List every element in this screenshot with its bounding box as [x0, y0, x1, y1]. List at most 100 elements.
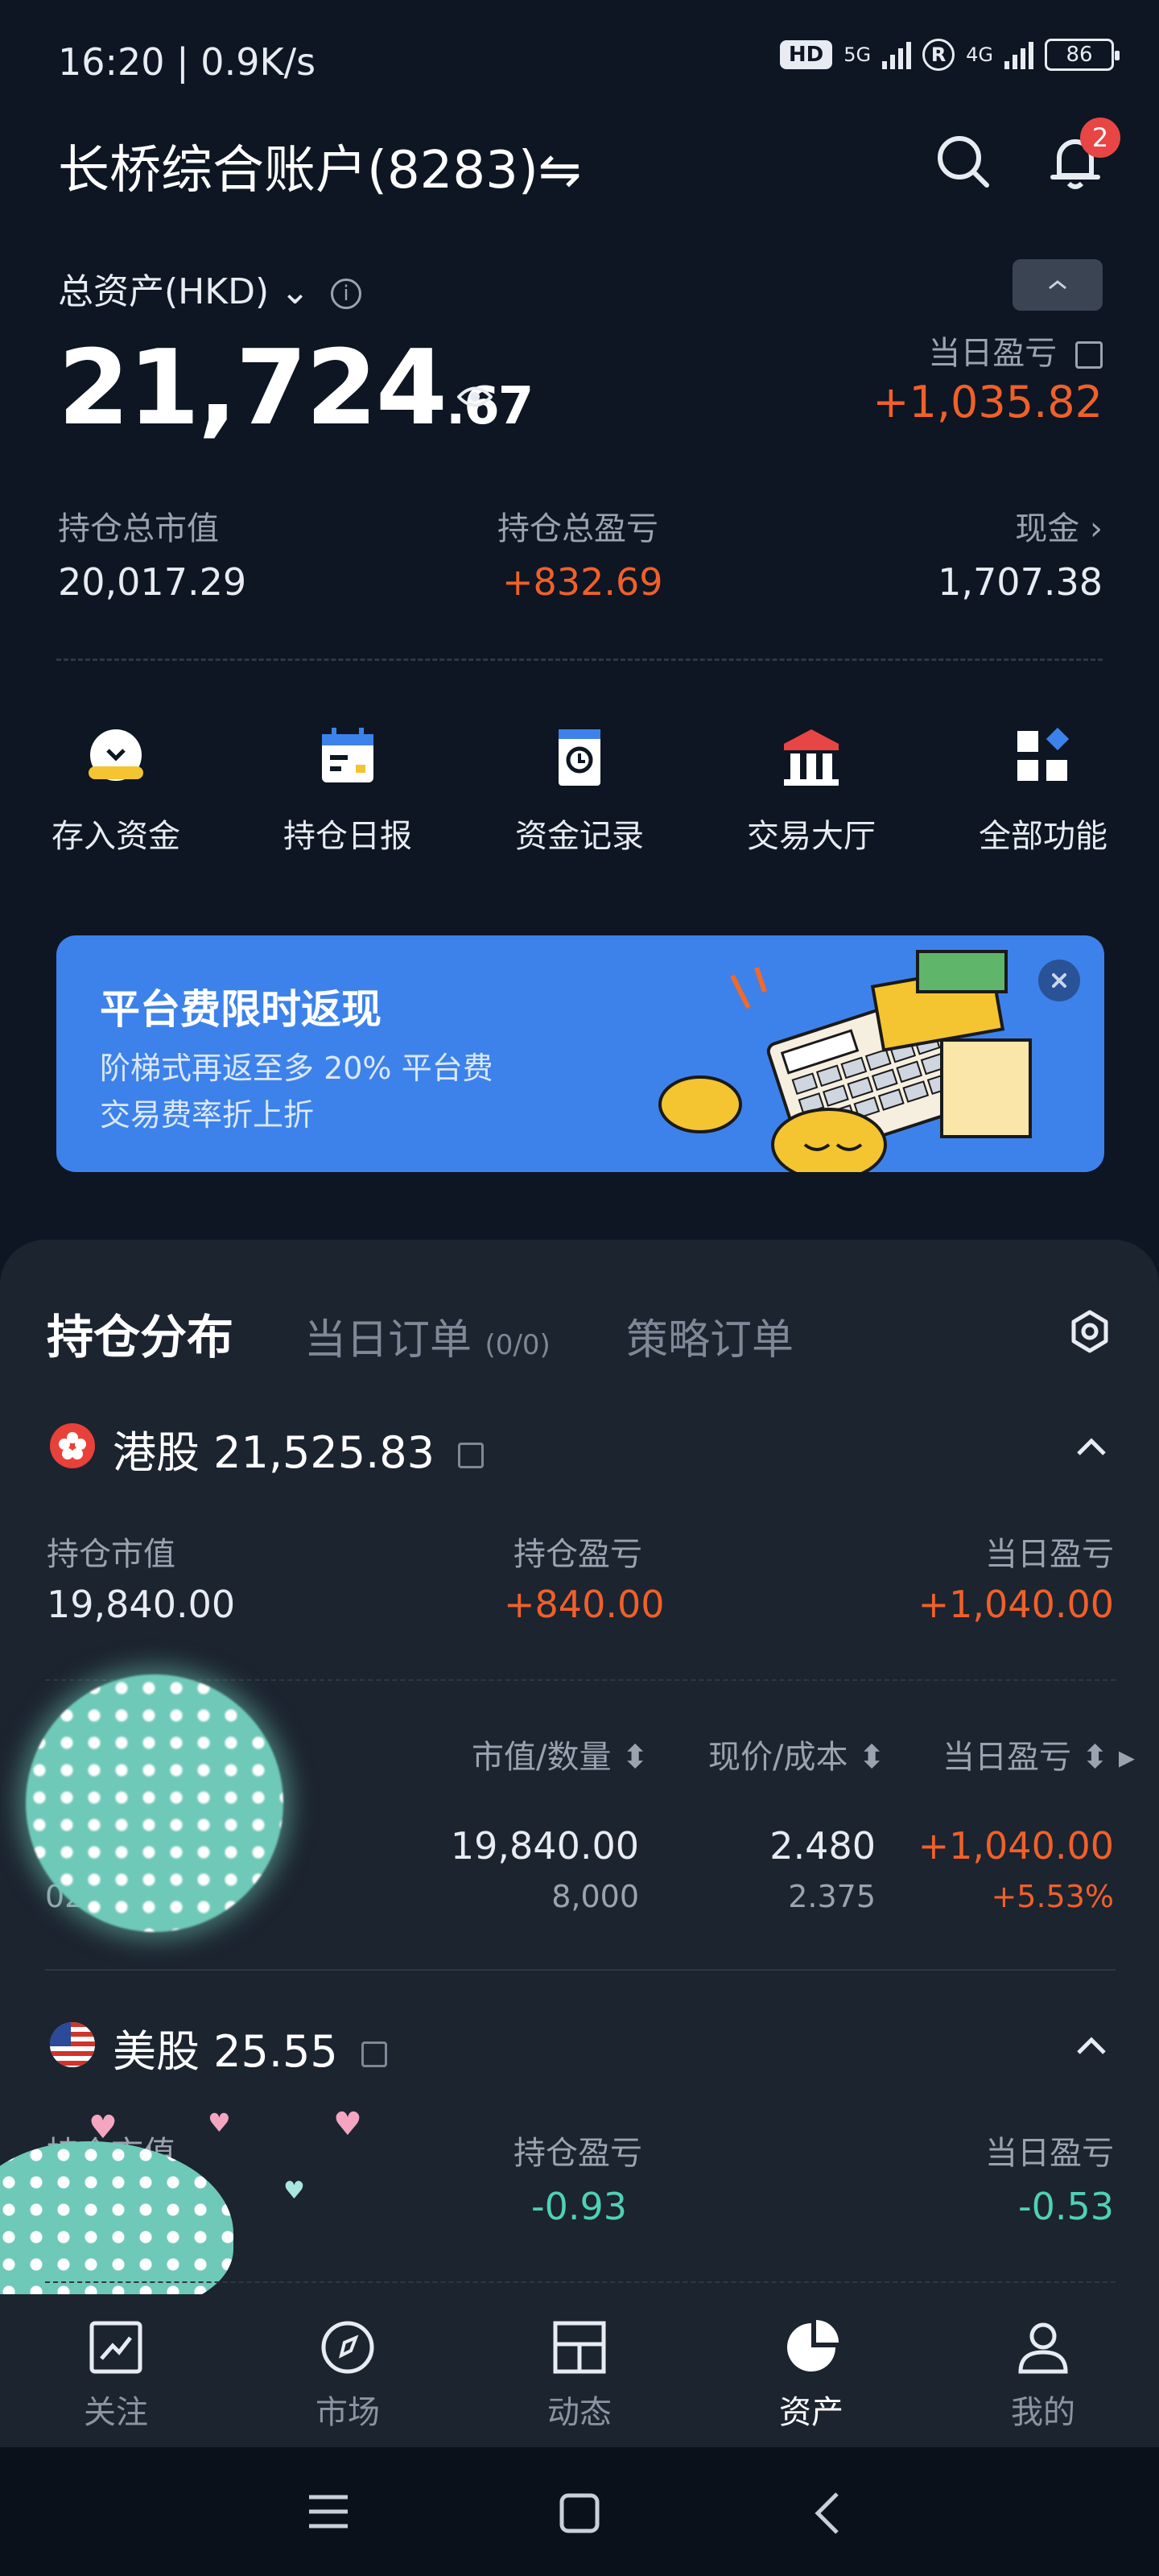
collapse-button[interactable] — [1013, 259, 1103, 311]
external-link-icon[interactable] — [1075, 341, 1103, 369]
chart-trend-icon — [89, 2321, 142, 2374]
hk-col-value-day-pnl: +1,040.00 — [918, 1583, 1114, 1626]
us-col-value-pnl: -0.93 — [531, 2185, 628, 2228]
signal-icon — [882, 40, 912, 69]
nav-label: 动态 — [547, 2394, 612, 2431]
hk-flag-icon — [50, 1423, 95, 1468]
pie-chart-icon — [787, 2320, 839, 2372]
signal-icon-2 — [1004, 40, 1033, 69]
chevron-up-icon[interactable] — [1069, 2024, 1114, 2069]
account-title[interactable]: 长桥综合账户(8283)⇋ — [58, 129, 581, 203]
shortcut-deposit[interactable]: 存入资金 — [19, 724, 212, 857]
settings-icon[interactable] — [1067, 1309, 1112, 1354]
nav-market[interactable]: 市场 — [251, 2318, 444, 2433]
us-col-label-day-pnl: 当日盈亏 — [985, 2135, 1114, 2172]
divider — [56, 658, 1103, 661]
row-day-pnl: +1,040.00 — [918, 1824, 1114, 1868]
4g-label: 4G — [966, 43, 993, 66]
compass-icon — [321, 2321, 374, 2374]
nav-assets[interactable]: 资产 — [715, 2318, 908, 2433]
nav-label: 资产 — [779, 2394, 843, 2431]
heart-icon: ♥ — [283, 2177, 305, 2205]
us-flag-icon — [50, 2022, 95, 2067]
heart-icon: ♥ — [208, 2107, 231, 2138]
th-price-cost[interactable]: 现价/成本 ⬍ — [708, 1731, 885, 1777]
info-icon[interactable]: i — [331, 279, 362, 309]
eye-icon[interactable] — [456, 385, 493, 409]
hall-icon — [784, 729, 839, 786]
nav-feed[interactable]: 动态 — [483, 2318, 676, 2433]
external-link-icon[interactable] — [458, 1443, 485, 1469]
5g-label: 5G — [843, 43, 872, 66]
hk-col-label-day-pnl: 当日盈亏 — [985, 1536, 1114, 1573]
notification-badge: 2 — [1080, 118, 1120, 158]
stat-value-total-pnl: +832.69 — [502, 560, 663, 604]
tab-strategy-orders[interactable]: 策略订单 — [626, 1306, 794, 1366]
deposit-icon — [89, 729, 143, 781]
decorative-sticker — [26, 1674, 283, 1932]
status-time: 16:20 | 0.9K/s — [58, 40, 316, 84]
stat-label-market-value: 持仓总市值 — [58, 510, 219, 547]
us-col-value-day-pnl: -0.53 — [1017, 2185, 1114, 2228]
banner-line-1: 阶梯式再返至多 20% 平台费 — [100, 1051, 493, 1086]
stat-value-market-value: 20,017.29 — [58, 560, 247, 604]
row-price: 2.480 — [769, 1824, 876, 1868]
us-col-label-pnl: 持仓盈亏 — [514, 2135, 642, 2172]
chevron-up-icon[interactable] — [1069, 1425, 1114, 1470]
record-icon — [559, 729, 600, 786]
day-pnl-label[interactable]: 当日盈亏 — [928, 327, 1103, 374]
heart-icon: ♥ — [333, 2106, 362, 2143]
row-market-value: 19,840.00 — [450, 1824, 639, 1868]
divider — [45, 1969, 1116, 1971]
stat-value-cash: 1,707.38 — [938, 560, 1103, 604]
shortcut-daily-report[interactable]: 持仓日报 — [251, 724, 444, 857]
nav-label: 市场 — [316, 2394, 380, 2431]
close-icon[interactable] — [1038, 960, 1080, 1001]
row-qty: 8,000 — [551, 1879, 639, 1914]
system-nav-bar — [0, 2447, 1159, 2576]
th-market-value-qty[interactable]: 市值/数量 ⬍ — [472, 1731, 649, 1777]
nav-watchlist[interactable]: 关注 — [19, 2318, 212, 2433]
status-bar: 16:20 | 0.9K/s HD 5G R 4G 86 — [0, 0, 1159, 121]
person-icon — [1018, 2322, 1068, 2374]
battery-icon: 86 — [1045, 39, 1120, 71]
calculator-coins-illustration — [658, 950, 1032, 1172]
th-day-pnl[interactable]: 当日盈亏 ⬍ ▸ — [942, 1731, 1135, 1777]
external-link-icon[interactable] — [361, 2041, 387, 2068]
stat-label-cash[interactable]: 现金 › — [1015, 502, 1103, 549]
shortcut-label: 存入资金 — [52, 818, 180, 855]
banner-title: 平台费限时返现 — [100, 986, 382, 1033]
search-icon[interactable] — [932, 130, 993, 192]
promo-banner[interactable]: 平台费限时返现 阶梯式再返至多 20% 平台费 交易费率折上折 — [56, 935, 1104, 1172]
home-icon[interactable] — [559, 2492, 600, 2534]
row-cost: 2.375 — [788, 1879, 876, 1914]
shortcut-fund-record[interactable]: 资金记录 — [483, 724, 676, 857]
day-pnl-value: +1,035.82 — [872, 377, 1103, 427]
divider — [45, 1679, 1116, 1681]
heart-icon: ♥ — [89, 2109, 118, 2146]
total-assets-label[interactable]: 总资产(HKD) ⌄ i — [58, 262, 362, 314]
menu-icon[interactable] — [307, 2492, 349, 2531]
shortcut-label: 全部功能 — [979, 818, 1107, 855]
hd-icon: HD — [779, 40, 833, 69]
row-day-pct: +5.53% — [991, 1879, 1114, 1914]
shortcut-label: 交易大厅 — [747, 818, 876, 855]
tab-holdings[interactable]: 持仓分布 — [47, 1299, 233, 1367]
layout-icon — [553, 2321, 606, 2374]
hk-col-value-market-value: 19,840.00 — [47, 1583, 236, 1626]
r-icon: R — [922, 39, 955, 71]
nav-label: 我的 — [1011, 2394, 1075, 2431]
back-icon[interactable] — [811, 2491, 843, 2536]
banner-line-2: 交易费率折上折 — [100, 1097, 315, 1133]
nav-profile[interactable]: 我的 — [947, 2318, 1140, 2433]
grid-icon — [1017, 727, 1070, 781]
hk-col-label-pnl: 持仓盈亏 — [514, 1536, 642, 1573]
stat-label-total-pnl: 持仓总盈亏 — [497, 510, 658, 547]
hk-market-title[interactable]: 港股 21,525.83 — [113, 1417, 485, 1480]
shortcut-label: 资金记录 — [515, 818, 644, 855]
calendar-icon — [322, 728, 373, 782]
shortcut-all-functions[interactable]: 全部功能 — [947, 724, 1140, 857]
shortcut-trading-hall[interactable]: 交易大厅 — [715, 724, 908, 857]
us-market-title[interactable]: 美股 25.55 — [113, 2016, 387, 2079]
tab-today-orders[interactable]: 当日订单 (0/0) — [304, 1306, 551, 1366]
